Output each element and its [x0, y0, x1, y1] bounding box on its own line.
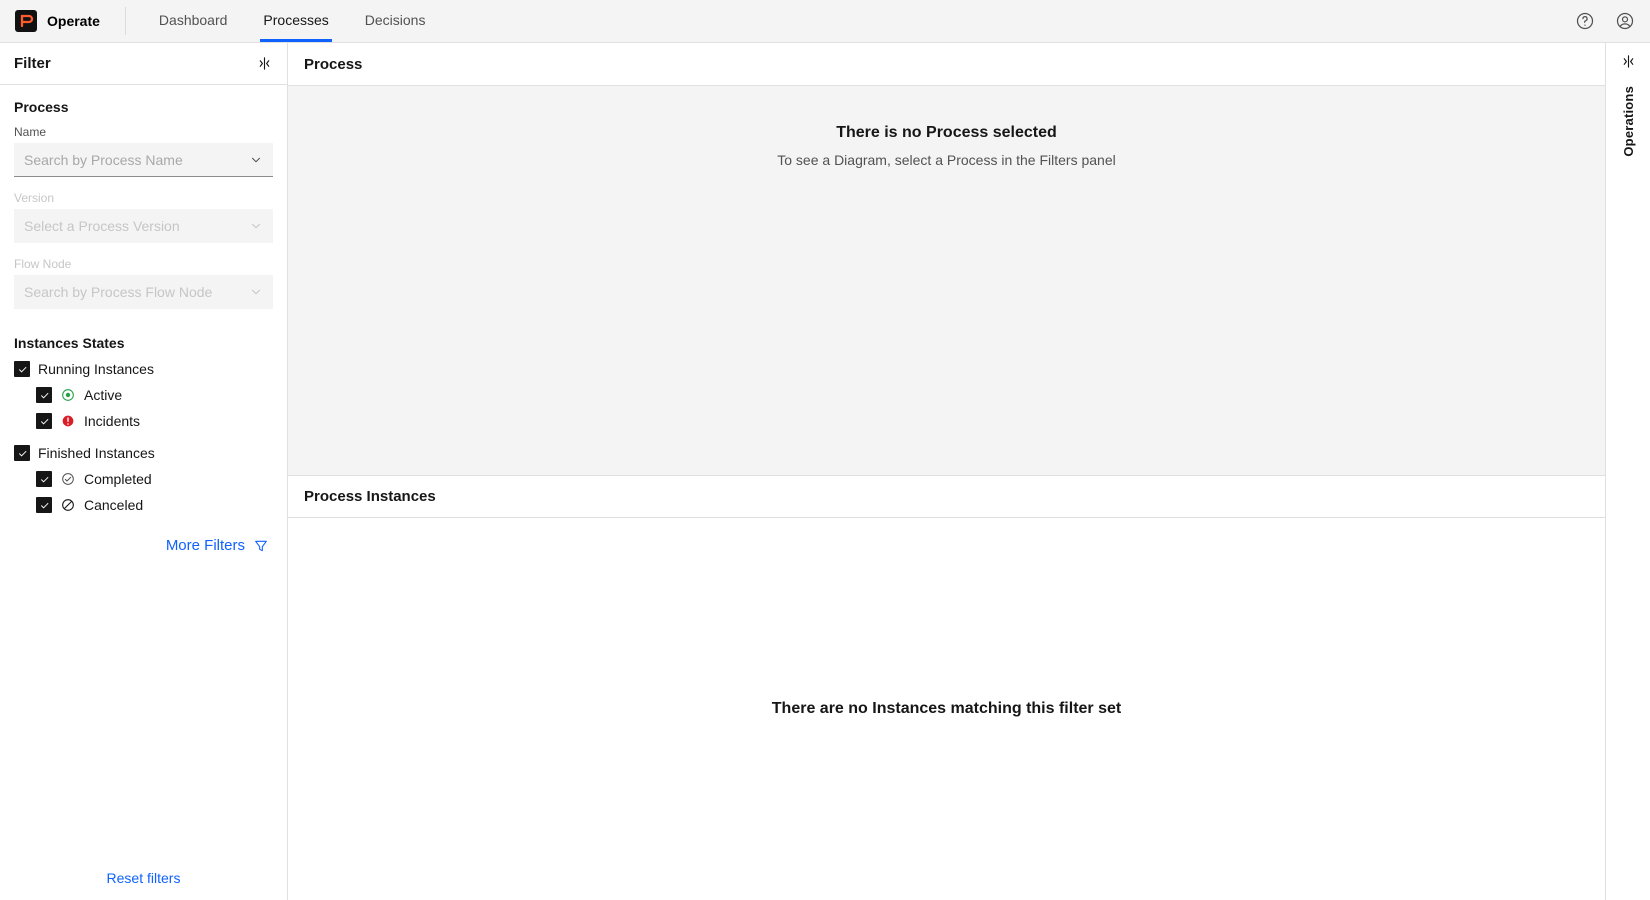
label-canceled: Canceled — [84, 497, 143, 513]
chevron-down-icon — [249, 219, 263, 233]
tab-decisions[interactable]: Decisions — [362, 0, 429, 42]
checkbox-finished-instances[interactable]: Finished Instances — [14, 445, 273, 461]
user-icon[interactable] — [1615, 11, 1635, 31]
checkbox-canceled[interactable]: Canceled — [36, 497, 273, 513]
chevron-down-icon — [249, 285, 263, 299]
app-logo-icon — [15, 10, 37, 32]
filter-panel: Filter Process Name Search by Process Na… — [0, 43, 288, 900]
checkbox-running-instances[interactable]: Running Instances — [14, 361, 273, 377]
checkbox-icon — [14, 445, 30, 461]
operations-label[interactable]: Operations — [1621, 86, 1636, 157]
empty-process-subtitle: To see a Diagram, select a Process in th… — [777, 152, 1116, 168]
main-area: Process There is no Process selected To … — [288, 43, 1606, 900]
chevron-down-icon — [249, 153, 263, 167]
label-running: Running Instances — [38, 361, 154, 377]
field-version: Version Select a Process Version — [14, 191, 273, 243]
input-flownode[interactable]: Search by Process Flow Node — [14, 275, 273, 309]
filter-icon — [253, 538, 269, 554]
checkbox-icon — [36, 471, 52, 487]
checkbox-icon — [36, 497, 52, 513]
checkbox-icon — [14, 361, 30, 377]
label-active: Active — [84, 387, 122, 403]
label-completed: Completed — [84, 471, 152, 487]
input-process-name[interactable]: Search by Process Name — [14, 143, 273, 177]
label-finished: Finished Instances — [38, 445, 155, 461]
diagram-area: There is no Process selected To see a Di… — [288, 85, 1605, 475]
section-process: Process — [14, 99, 273, 115]
operations-rail: Operations — [1606, 43, 1650, 900]
completed-state-icon — [60, 471, 76, 487]
topbar-right — [1575, 11, 1635, 31]
instances-area: Process Instances There are no Instances… — [288, 475, 1605, 900]
process-panel-header: Process — [288, 43, 1605, 85]
instances-panel-header: Process Instances — [288, 476, 1605, 518]
body: Filter Process Name Search by Process Na… — [0, 43, 1650, 900]
app-name: Operate — [47, 13, 100, 29]
expand-operations-icon[interactable] — [1620, 53, 1637, 70]
label-incidents: Incidents — [84, 413, 140, 429]
filter-header: Filter — [0, 43, 287, 85]
checkbox-icon — [36, 413, 52, 429]
instances-empty-message: There are no Instances matching this fil… — [288, 518, 1605, 900]
brand: Operate — [15, 7, 126, 35]
field-flownode: Flow Node Search by Process Flow Node — [14, 257, 273, 309]
checkbox-completed[interactable]: Completed — [36, 471, 273, 487]
empty-process-title: There is no Process selected — [836, 124, 1057, 142]
checkbox-active[interactable]: Active — [36, 387, 273, 403]
topbar: Operate Dashboard Processes Decisions — [0, 0, 1650, 43]
main-nav: Dashboard Processes Decisions — [156, 0, 429, 42]
section-instances-states: Instances States — [14, 335, 273, 351]
checkbox-incidents[interactable]: Incidents — [36, 413, 273, 429]
checkbox-icon — [36, 387, 52, 403]
canceled-state-icon — [60, 497, 76, 513]
help-icon[interactable] — [1575, 11, 1595, 31]
active-state-icon — [60, 387, 76, 403]
collapse-filter-icon[interactable] — [256, 55, 273, 72]
incident-state-icon — [60, 413, 76, 429]
label-name: Name — [14, 125, 273, 139]
label-version: Version — [14, 191, 273, 205]
more-filters-button[interactable]: More Filters — [14, 537, 273, 554]
filter-title: Filter — [14, 55, 51, 72]
input-process-version[interactable]: Select a Process Version — [14, 209, 273, 243]
filter-body: Process Name Search by Process Name Vers… — [0, 85, 287, 858]
instances-states-section: Instances States Running Instances Activ… — [14, 335, 273, 513]
tab-processes[interactable]: Processes — [260, 0, 331, 42]
reset-filters-button[interactable]: Reset filters — [0, 858, 287, 900]
tab-dashboard[interactable]: Dashboard — [156, 0, 231, 42]
field-name: Name Search by Process Name — [14, 125, 273, 177]
label-flownode: Flow Node — [14, 257, 273, 271]
